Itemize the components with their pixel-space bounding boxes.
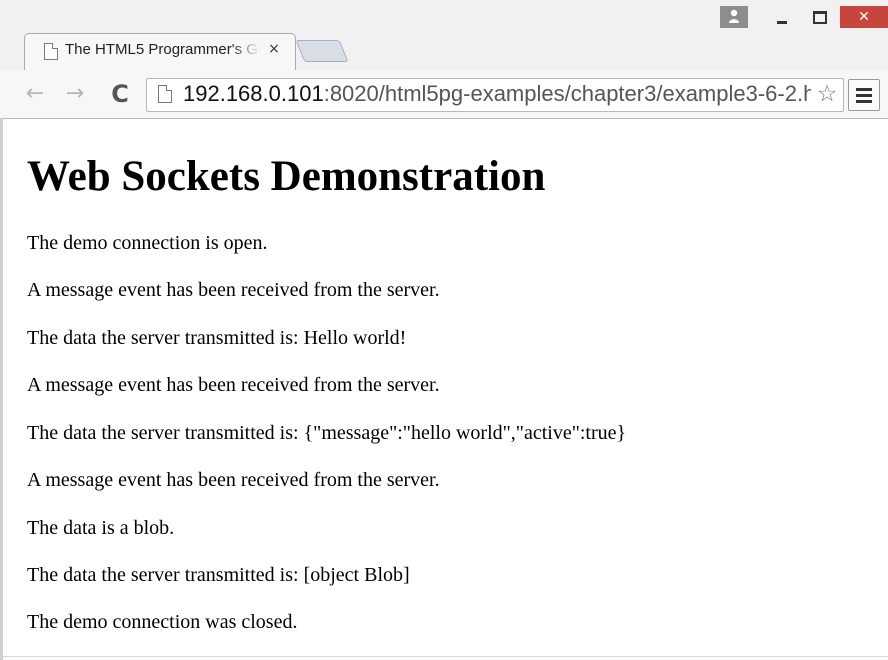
tab-title[interactable]: The HTML5 Programmer's Guide <box>65 41 260 61</box>
url-host: 192.168.0.101 <box>183 81 324 106</box>
url-path: :8020/html5pg-examples/chapter3/example3… <box>323 81 811 106</box>
message-line: The demo connection is open. <box>27 232 268 254</box>
message-line: The data the server transmitted is: {"me… <box>27 422 627 444</box>
message-line: A message event has been received from t… <box>27 279 440 301</box>
message-line: A message event has been received from t… <box>27 469 440 491</box>
message-line: The data the server transmitted is: [obj… <box>27 564 410 586</box>
tab-strip <box>0 0 888 36</box>
message-line: The demo connection was closed. <box>27 611 298 633</box>
back-button[interactable]: ← <box>22 83 48 105</box>
page-icon <box>158 85 172 103</box>
reload-button[interactable]: C <box>106 80 134 108</box>
page-title: Web Sockets Demonstration <box>27 153 546 200</box>
user-icon <box>729 9 739 23</box>
viewport-bottom-border <box>0 656 888 657</box>
page-icon <box>44 43 58 60</box>
maximize-button[interactable] <box>804 6 834 28</box>
message-line: The data is a blob. <box>27 517 175 539</box>
star-icon[interactable]: ☆ <box>814 81 840 107</box>
close-icon: ✕ <box>858 9 870 25</box>
forward-button[interactable]: → <box>62 83 88 105</box>
menu-button[interactable] <box>848 79 880 111</box>
message-line: The data the server transmitted is: Hell… <box>27 327 407 349</box>
close-icon[interactable]: × <box>266 40 282 58</box>
close-window-button[interactable]: ✕ <box>840 6 888 28</box>
new-tab-button[interactable] <box>295 40 349 62</box>
address-url[interactable]: 192.168.0.101:8020/html5pg-examples/chap… <box>183 80 811 108</box>
message-line: A message event has been received from t… <box>27 374 440 396</box>
minimize-button[interactable] <box>768 6 798 28</box>
viewport-border <box>0 118 3 660</box>
